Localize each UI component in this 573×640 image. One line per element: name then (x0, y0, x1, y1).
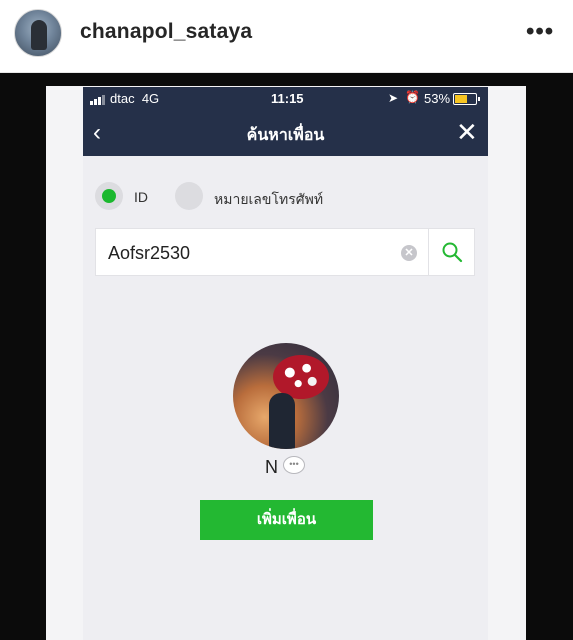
user-avatar[interactable] (14, 9, 62, 57)
location-icon: ➤ (388, 91, 399, 105)
search-divider (428, 229, 429, 275)
carrier-label: dtac 4G (110, 91, 160, 106)
status-time: 11:15 (271, 91, 304, 106)
search-content: ID หมายเลขโทรศัพท์ Aofsr2530 ✕ N ••• เพิ… (83, 156, 488, 640)
close-icon[interactable]: ✕ (456, 117, 478, 148)
status-message-icon: ••• (283, 456, 305, 474)
profile-name: N (265, 457, 278, 477)
search-input[interactable]: Aofsr2530 (108, 243, 190, 264)
battery-percent: 53% (424, 91, 451, 106)
search-icon[interactable] (441, 241, 463, 263)
username-link[interactable]: chanapol_sataya (80, 20, 252, 44)
nav-bar: ‹ ค้นหาเพื่อน ✕ (83, 111, 488, 156)
page-title: ค้นหาเพื่อน (246, 127, 325, 144)
add-friend-button[interactable]: เพิ่มเพื่อน (200, 500, 373, 540)
radio-phone-number[interactable] (175, 182, 203, 210)
battery-icon (453, 93, 480, 105)
signal-icon (90, 95, 108, 105)
phone-status-bar: dtac 4G 11:15 ➤ ⏰ 53% (83, 87, 488, 111)
post-header: chanapol_sataya ••• (0, 0, 573, 72)
radio-id-label[interactable]: ID (134, 189, 148, 205)
more-options-icon[interactable]: ••• (526, 18, 554, 46)
radio-id[interactable] (95, 182, 123, 210)
profile-picture[interactable] (233, 343, 339, 449)
radio-phone-number-label[interactable]: หมายเลขโทรศัพท์ (214, 189, 323, 211)
clear-icon[interactable]: ✕ (401, 245, 417, 261)
alarm-icon: ⏰ (405, 90, 420, 104)
search-field[interactable]: Aofsr2530 ✕ (95, 228, 475, 276)
